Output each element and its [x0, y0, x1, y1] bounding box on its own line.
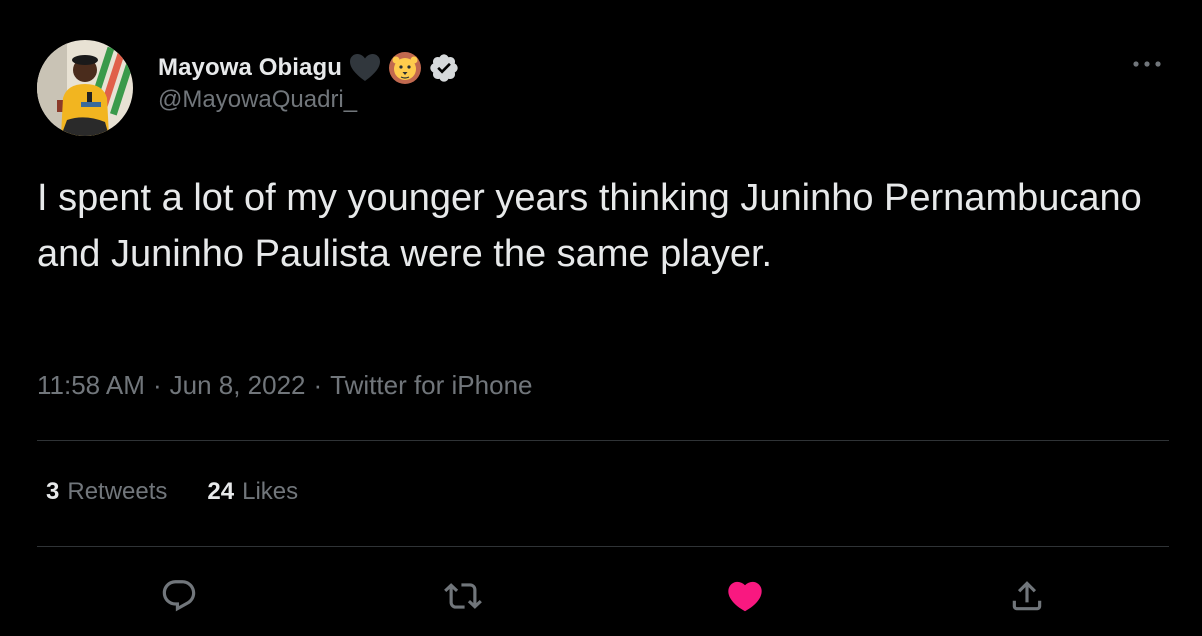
share-button[interactable]	[1001, 570, 1053, 622]
tweet-source[interactable]: Twitter for iPhone	[330, 370, 532, 401]
reply-button[interactable]	[153, 570, 205, 622]
retweet-button[interactable]	[437, 570, 489, 622]
tweet-detail: Mayowa Obiagu @MayowaQuadri_ I spent a l…	[0, 0, 1202, 636]
tweet-header: Mayowa Obiagu @MayowaQuadri_	[37, 40, 1167, 136]
divider	[37, 440, 1169, 441]
like-icon	[728, 581, 762, 612]
name-row: Mayowa Obiagu	[158, 52, 460, 84]
likes-label: Likes	[242, 478, 299, 505]
divider	[37, 546, 1169, 547]
like-button[interactable]	[719, 570, 771, 622]
meta-separator: ·	[313, 370, 323, 400]
tweet-meta: 11:58 AM · Jun 8, 2022 · Twitter for iPh…	[37, 370, 532, 401]
tweet-time[interactable]: 11:58 AM	[37, 370, 145, 401]
reply-icon	[162, 580, 196, 612]
tweet-text: I spent a lot of my younger years thinki…	[37, 177, 1142, 275]
more-options-icon[interactable]	[1127, 50, 1167, 78]
user-handle[interactable]: @MayowaQuadri_	[158, 86, 460, 114]
retweet-icon	[444, 583, 482, 609]
retweets-stat[interactable]: 3 Retweets	[46, 478, 167, 506]
display-name[interactable]: Mayowa Obiagu	[158, 54, 342, 82]
tweet-date[interactable]: Jun 8, 2022	[170, 370, 306, 401]
share-icon	[1012, 581, 1042, 611]
retweets-count: 3	[46, 478, 60, 505]
likes-stat[interactable]: 24 Likes	[207, 478, 298, 506]
tweet-actions	[0, 570, 1202, 622]
avatar[interactable]	[37, 40, 133, 136]
verified-badge-icon[interactable]	[428, 52, 460, 84]
tweet-stats: 3 Retweets 24 Likes	[46, 478, 298, 506]
retweets-label: Retweets	[67, 478, 168, 505]
lion-emoji-icon	[388, 51, 422, 85]
likes-count: 24	[207, 478, 235, 505]
meta-separator: ·	[152, 370, 162, 400]
black-heart-emoji-icon	[348, 51, 382, 85]
user-names: Mayowa Obiagu @MayowaQuadri_	[158, 52, 460, 114]
